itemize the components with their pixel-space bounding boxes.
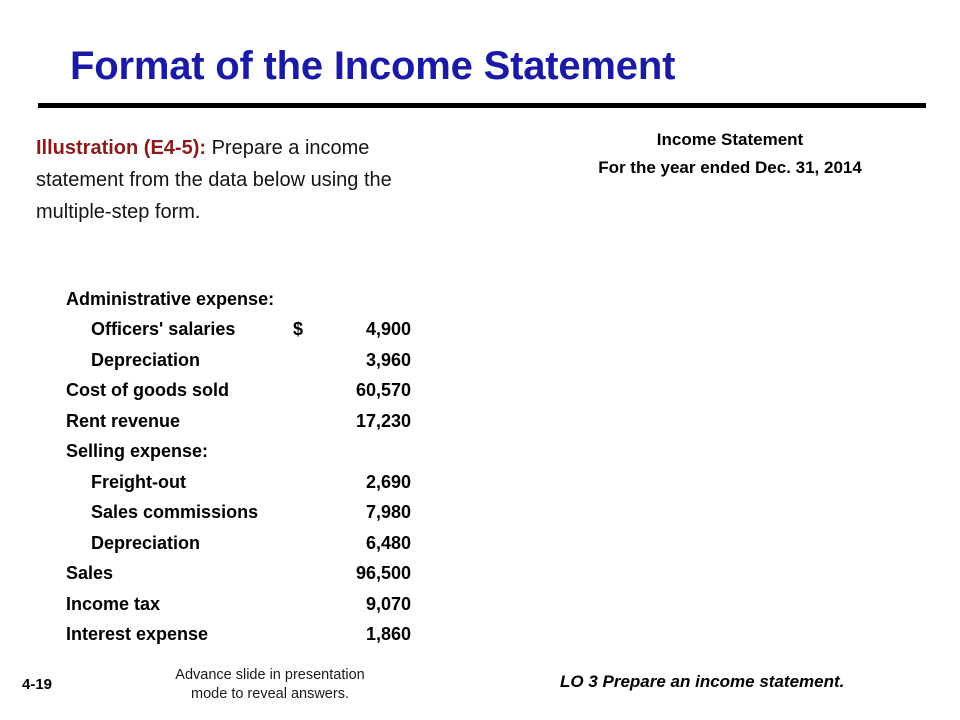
row-amount: 9,070 [365,593,411,614]
footer-note-line-2: mode to reveal answers. [191,686,349,702]
row-currency-symbol [291,528,319,559]
row-amount: 1,860 [365,624,411,645]
row-amount: 2,690 [365,471,411,492]
row-label: Cost of goods sold [66,380,229,401]
row-currency-symbol [291,559,319,590]
statement-header: Income Statement For the year ended Dec.… [510,126,950,182]
row-currency-symbol [291,376,319,407]
table-row: Depreciation 3,960 [66,345,411,376]
table-row: Income tax 9,070 [66,589,411,620]
row-currency-symbol [291,498,319,529]
statement-title: Income Statement [656,130,804,149]
row-label: Administrative expense: [66,288,275,309]
slide-canvas: Format of the Income Statement Illustrat… [0,0,960,720]
row-amount [319,437,411,468]
table-row: Cost of goods sold 60,570 [66,376,411,407]
row-amount: 4,900 [365,319,411,340]
footer-note: Advance slide in presentation mode to re… [120,666,420,704]
row-label: Sales [66,563,114,584]
table-row: Selling expense: [66,437,411,468]
table-body: Administrative expense: Officers' salarie… [66,284,411,650]
row-currency-symbol [291,406,319,437]
table-row: Administrative expense: [66,284,411,315]
row-amount: 7,980 [365,502,411,523]
row-amount: 60,570 [355,380,411,401]
row-label: Sales commissions [91,502,259,523]
row-label: Officers' salaries [91,319,236,340]
learning-objective: LO 3 Prepare an income statement. [560,672,845,691]
account-data-table: Administrative expense: Officers' salarie… [66,284,411,650]
slide-number: 4-19 [22,676,53,693]
table-row: Freight-out 2,690 [66,467,411,498]
page-title: Format of the Income Statement [70,44,676,88]
table-row: Interest expense 1,860 [66,620,411,651]
table-row: Rent revenue 17,230 [66,406,411,437]
row-label: Rent revenue [66,410,181,431]
illustration-label: Illustration (E4-5): [36,137,207,159]
row-amount: 3,960 [365,349,411,370]
row-label: Freight-out [91,471,186,492]
row-currency-symbol [291,345,319,376]
illustration-prompt: Illustration (E4-5): Prepare a income st… [36,132,396,228]
row-currency-symbol [291,284,319,315]
table-row: Sales 96,500 [66,559,411,590]
row-currency-symbol [291,437,319,468]
table-row: Depreciation 6,480 [66,528,411,559]
row-amount: 96,500 [355,563,411,584]
row-currency-symbol [291,467,319,498]
title-divider [38,103,926,108]
row-label: Depreciation [91,532,201,553]
row-currency-symbol [291,589,319,620]
row-currency-symbol [291,620,319,651]
table-row: Sales commissions 7,980 [66,498,411,529]
row-amount [319,284,411,315]
row-amount: 6,480 [365,532,411,553]
statement-period: For the year ended Dec. 31, 2014 [598,158,862,177]
row-label: Income tax [66,593,161,614]
row-label: Interest expense [66,624,209,645]
footer-note-line-1: Advance slide in presentation [175,667,365,683]
row-currency-symbol: $ [293,319,304,340]
row-amount: 17,230 [355,410,411,431]
table-row: Officers' salaries $4,900 [66,315,411,346]
row-label: Selling expense: [66,441,209,462]
row-label: Depreciation [91,349,201,370]
